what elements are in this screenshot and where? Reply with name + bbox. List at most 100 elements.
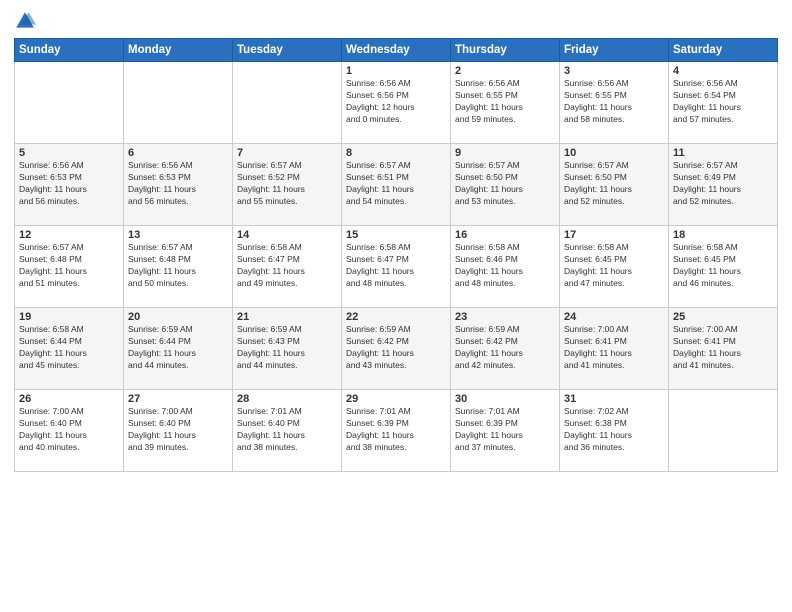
day-info: Sunrise: 6:58 AM Sunset: 6:46 PM Dayligh… [455,242,555,290]
calendar-week-row: 5 Sunrise: 6:56 AM Sunset: 6:53 PM Daylig… [15,144,778,226]
day-info: Sunrise: 6:57 AM Sunset: 6:50 PM Dayligh… [564,160,664,208]
day-info: Sunrise: 6:56 AM Sunset: 6:53 PM Dayligh… [128,160,228,208]
weekday-row: SundayMondayTuesdayWednesdayThursdayFrid… [15,39,778,62]
calendar-cell: 16Sunrise: 6:58 AM Sunset: 6:46 PM Dayli… [451,226,560,308]
calendar-cell: 5Sunrise: 6:56 AM Sunset: 6:53 PM Daylig… [15,144,124,226]
day-info: Sunrise: 6:58 AM Sunset: 6:44 PM Dayligh… [19,324,119,372]
calendar-week-row: 26Sunrise: 7:00 AM Sunset: 6:40 PM Dayli… [15,390,778,472]
calendar-cell: 11Sunrise: 6:57 AM Sunset: 6:49 PM Dayli… [669,144,778,226]
day-info: Sunrise: 6:59 AM Sunset: 6:42 PM Dayligh… [455,324,555,372]
calendar-header: SundayMondayTuesdayWednesdayThursdayFrid… [15,39,778,62]
day-number: 20 [128,311,228,323]
weekday-header: Sunday [15,39,124,62]
day-info: Sunrise: 6:57 AM Sunset: 6:51 PM Dayligh… [346,160,446,208]
calendar-cell: 3Sunrise: 6:56 AM Sunset: 6:55 PM Daylig… [560,62,669,144]
calendar-week-row: 1Sunrise: 6:56 AM Sunset: 6:56 PM Daylig… [15,62,778,144]
day-info: Sunrise: 6:56 AM Sunset: 6:55 PM Dayligh… [455,78,555,126]
calendar-cell: 10Sunrise: 6:57 AM Sunset: 6:50 PM Dayli… [560,144,669,226]
day-number: 21 [237,311,337,323]
calendar-cell: 9Sunrise: 6:57 AM Sunset: 6:50 PM Daylig… [451,144,560,226]
day-number: 1 [346,65,446,77]
calendar-cell [233,62,342,144]
day-number: 19 [19,311,119,323]
calendar-cell: 31Sunrise: 7:02 AM Sunset: 6:38 PM Dayli… [560,390,669,472]
calendar-cell [15,62,124,144]
calendar-cell: 27Sunrise: 7:00 AM Sunset: 6:40 PM Dayli… [124,390,233,472]
day-number: 12 [19,229,119,241]
calendar-cell: 22Sunrise: 6:59 AM Sunset: 6:42 PM Dayli… [342,308,451,390]
day-number: 5 [19,147,119,159]
calendar-cell: 6Sunrise: 6:56 AM Sunset: 6:53 PM Daylig… [124,144,233,226]
calendar-cell: 23Sunrise: 6:59 AM Sunset: 6:42 PM Dayli… [451,308,560,390]
calendar-week-row: 19Sunrise: 6:58 AM Sunset: 6:44 PM Dayli… [15,308,778,390]
calendar-cell: 17Sunrise: 6:58 AM Sunset: 6:45 PM Dayli… [560,226,669,308]
day-number: 13 [128,229,228,241]
calendar-cell: 21Sunrise: 6:59 AM Sunset: 6:43 PM Dayli… [233,308,342,390]
calendar-cell [124,62,233,144]
calendar-cell: 1Sunrise: 6:56 AM Sunset: 6:56 PM Daylig… [342,62,451,144]
day-info: Sunrise: 6:57 AM Sunset: 6:48 PM Dayligh… [19,242,119,290]
calendar-cell: 24Sunrise: 7:00 AM Sunset: 6:41 PM Dayli… [560,308,669,390]
logo-icon [14,10,36,32]
day-number: 2 [455,65,555,77]
day-number: 27 [128,393,228,405]
day-info: Sunrise: 6:57 AM Sunset: 6:52 PM Dayligh… [237,160,337,208]
weekday-header: Saturday [669,39,778,62]
calendar-cell: 8Sunrise: 6:57 AM Sunset: 6:51 PM Daylig… [342,144,451,226]
day-info: Sunrise: 7:00 AM Sunset: 6:40 PM Dayligh… [19,406,119,454]
calendar-cell: 28Sunrise: 7:01 AM Sunset: 6:40 PM Dayli… [233,390,342,472]
weekday-header: Monday [124,39,233,62]
day-info: Sunrise: 6:59 AM Sunset: 6:44 PM Dayligh… [128,324,228,372]
day-info: Sunrise: 6:57 AM Sunset: 6:49 PM Dayligh… [673,160,773,208]
day-number: 4 [673,65,773,77]
day-number: 17 [564,229,664,241]
calendar-week-row: 12Sunrise: 6:57 AM Sunset: 6:48 PM Dayli… [15,226,778,308]
day-info: Sunrise: 6:59 AM Sunset: 6:43 PM Dayligh… [237,324,337,372]
calendar-cell: 12Sunrise: 6:57 AM Sunset: 6:48 PM Dayli… [15,226,124,308]
calendar-cell: 20Sunrise: 6:59 AM Sunset: 6:44 PM Dayli… [124,308,233,390]
logo [14,10,40,32]
day-number: 31 [564,393,664,405]
day-info: Sunrise: 6:56 AM Sunset: 6:54 PM Dayligh… [673,78,773,126]
calendar-cell: 7Sunrise: 6:57 AM Sunset: 6:52 PM Daylig… [233,144,342,226]
day-number: 3 [564,65,664,77]
day-info: Sunrise: 6:57 AM Sunset: 6:50 PM Dayligh… [455,160,555,208]
day-info: Sunrise: 6:59 AM Sunset: 6:42 PM Dayligh… [346,324,446,372]
day-info: Sunrise: 6:58 AM Sunset: 6:45 PM Dayligh… [673,242,773,290]
weekday-header: Wednesday [342,39,451,62]
day-number: 18 [673,229,773,241]
day-info: Sunrise: 6:57 AM Sunset: 6:48 PM Dayligh… [128,242,228,290]
day-number: 7 [237,147,337,159]
day-info: Sunrise: 7:01 AM Sunset: 6:40 PM Dayligh… [237,406,337,454]
day-number: 26 [19,393,119,405]
day-number: 14 [237,229,337,241]
day-info: Sunrise: 7:00 AM Sunset: 6:41 PM Dayligh… [564,324,664,372]
header [14,10,778,32]
calendar-cell: 14Sunrise: 6:58 AM Sunset: 6:47 PM Dayli… [233,226,342,308]
page: SundayMondayTuesdayWednesdayThursdayFrid… [0,0,792,612]
calendar-cell: 30Sunrise: 7:01 AM Sunset: 6:39 PM Dayli… [451,390,560,472]
day-number: 10 [564,147,664,159]
calendar-cell: 15Sunrise: 6:58 AM Sunset: 6:47 PM Dayli… [342,226,451,308]
weekday-header: Friday [560,39,669,62]
calendar-body: 1Sunrise: 6:56 AM Sunset: 6:56 PM Daylig… [15,62,778,472]
calendar-cell: 25Sunrise: 7:00 AM Sunset: 6:41 PM Dayli… [669,308,778,390]
day-number: 23 [455,311,555,323]
day-number: 6 [128,147,228,159]
day-number: 11 [673,147,773,159]
day-number: 25 [673,311,773,323]
day-info: Sunrise: 7:00 AM Sunset: 6:41 PM Dayligh… [673,324,773,372]
day-info: Sunrise: 6:58 AM Sunset: 6:47 PM Dayligh… [346,242,446,290]
calendar-table: SundayMondayTuesdayWednesdayThursdayFrid… [14,38,778,472]
day-info: Sunrise: 6:58 AM Sunset: 6:45 PM Dayligh… [564,242,664,290]
calendar-cell: 29Sunrise: 7:01 AM Sunset: 6:39 PM Dayli… [342,390,451,472]
day-info: Sunrise: 7:02 AM Sunset: 6:38 PM Dayligh… [564,406,664,454]
day-number: 16 [455,229,555,241]
day-number: 22 [346,311,446,323]
day-info: Sunrise: 7:01 AM Sunset: 6:39 PM Dayligh… [455,406,555,454]
day-info: Sunrise: 6:56 AM Sunset: 6:55 PM Dayligh… [564,78,664,126]
day-number: 8 [346,147,446,159]
day-info: Sunrise: 7:01 AM Sunset: 6:39 PM Dayligh… [346,406,446,454]
calendar-cell [669,390,778,472]
calendar-cell: 19Sunrise: 6:58 AM Sunset: 6:44 PM Dayli… [15,308,124,390]
